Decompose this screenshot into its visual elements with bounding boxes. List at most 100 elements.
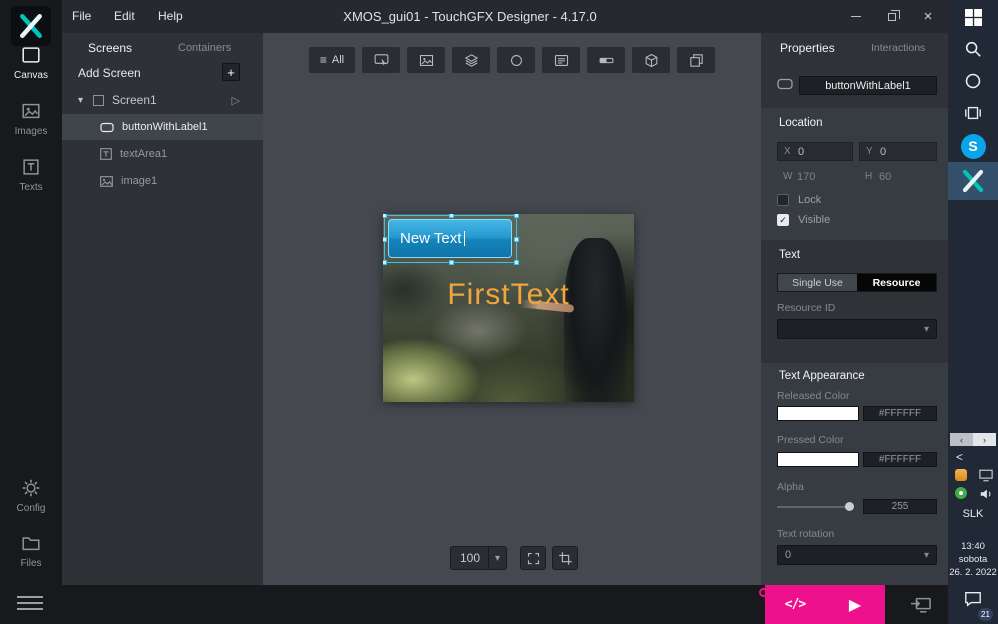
text-rotation-dropdown[interactable]: 0 ▾ <box>777 545 937 565</box>
alpha-value[interactable]: 255 <box>863 499 937 514</box>
crop-button[interactable] <box>552 546 578 570</box>
y-input[interactable]: Y 0 <box>859 142 937 161</box>
close-button[interactable]: × <box>910 0 946 33</box>
alpha-slider-track[interactable] <box>777 506 851 508</box>
minimize-button[interactable] <box>838 0 874 33</box>
filter-shapes-button[interactable] <box>497 47 535 73</box>
generate-code-button[interactable]: </> <box>765 585 825 624</box>
resize-handle-se[interactable] <box>514 260 519 265</box>
run-screen-icon[interactable]: ▷ <box>232 94 240 107</box>
filter-3d-button[interactable] <box>632 47 670 73</box>
location-section: Location X 0 Y 0 W 170 H 60 Lock ✓ Visib… <box>761 108 948 240</box>
filter-textareas-button[interactable] <box>542 47 580 73</box>
resize-handle-ne[interactable] <box>514 214 519 218</box>
single-use-option[interactable]: Single Use <box>778 274 857 291</box>
resource-option[interactable]: Resource <box>857 274 936 291</box>
tree-screen1-row[interactable]: ▾ Screen1 ▷ <box>62 89 263 111</box>
tree-item-image1[interactable]: image1 <box>62 168 263 194</box>
filter-common-button[interactable] <box>362 47 400 73</box>
tab-screens[interactable]: Screens <box>88 41 132 55</box>
resize-handle-nw[interactable] <box>383 214 387 218</box>
menu-file[interactable]: File <box>62 0 101 33</box>
run-on-target-button[interactable] <box>900 585 942 624</box>
filter-containers-button[interactable] <box>452 47 490 73</box>
filter-progress-button[interactable] <box>587 47 625 73</box>
resize-handle-s[interactable] <box>449 260 454 265</box>
resize-handle-n[interactable] <box>449 214 454 218</box>
lock-checkbox[interactable] <box>777 194 789 206</box>
pressed-color-swatch[interactable] <box>777 452 859 467</box>
nav-config-label: Config <box>16 503 46 514</box>
language-indicator[interactable]: SLK <box>948 508 998 520</box>
resize-handle-e[interactable] <box>514 237 519 242</box>
alpha-slider-handle[interactable] <box>845 502 854 511</box>
screen-checkbox[interactable] <box>93 94 104 106</box>
task-view-button[interactable] <box>948 100 998 126</box>
tray-green-status-icon[interactable] <box>954 487 967 499</box>
nav-files[interactable]: Files <box>0 532 62 569</box>
tab-interactions[interactable]: Interactions <box>871 42 925 54</box>
add-screen-button[interactable]: + <box>222 63 240 81</box>
nav-texts[interactable]: Texts <box>0 156 62 193</box>
tray-app-icon[interactable] <box>954 469 967 481</box>
tab-containers[interactable]: Containers <box>178 42 231 54</box>
properties-panel: Properties Interactions buttonWithLabel1… <box>761 33 948 585</box>
tree-item-textarea1[interactable]: textArea1 <box>62 141 263 167</box>
menu-help[interactable]: Help <box>148 0 193 33</box>
taskbar-search-button[interactable] <box>948 36 998 62</box>
image-widget-icon <box>100 175 113 187</box>
textbox-icon <box>553 52 570 69</box>
filter-images-button[interactable] <box>407 47 445 73</box>
widget-filter-toolbar: ≡ All <box>263 47 761 73</box>
menu-edit[interactable]: Edit <box>104 0 145 33</box>
image1-widget[interactable]: FirstText New Text <box>383 214 634 402</box>
nav-config[interactable]: Config <box>0 477 62 514</box>
system-tray <box>948 469 998 501</box>
restore-button[interactable] <box>874 0 910 33</box>
tray-display-icon[interactable] <box>978 469 993 482</box>
visible-label: Visible <box>798 214 831 226</box>
show-hidden-icons-button[interactable]: < <box>956 450 963 464</box>
run-simulator-button[interactable]: ▶ <box>825 585 885 624</box>
visible-checkbox[interactable]: ✓ <box>777 214 789 226</box>
resize-handle-w[interactable] <box>383 237 387 242</box>
action-center-button[interactable]: 21 <box>948 590 998 621</box>
textarea1-widget[interactable]: FirstText <box>383 278 634 312</box>
filter-misc-button[interactable] <box>677 47 715 73</box>
skype-taskbar-button[interactable]: S <box>948 132 998 160</box>
widget-name-input[interactable]: buttonWithLabel1 <box>799 76 937 95</box>
resource-id-dropdown[interactable]: ▾ <box>777 319 937 339</box>
folder-icon <box>0 532 62 554</box>
scroll-left-icon[interactable]: ‹ <box>950 433 973 446</box>
released-color-swatch[interactable] <box>777 406 859 421</box>
touchgfx-taskbar-button[interactable] <box>948 162 998 200</box>
nav-images-label: Images <box>14 126 48 137</box>
nav-images[interactable]: Images <box>0 100 62 137</box>
zoom-dropdown[interactable]: 100 ▾ <box>450 546 507 570</box>
search-icon <box>964 40 982 58</box>
filter-all-button[interactable]: ≡ All <box>309 47 355 73</box>
buttonwithlabel1-widget[interactable]: New Text <box>388 219 512 258</box>
start-button[interactable] <box>948 4 998 30</box>
scroll-right-icon[interactable]: › <box>973 433 996 446</box>
notification-count-badge: 21 <box>978 608 993 621</box>
released-color-hex[interactable]: #FFFFFF <box>863 406 937 421</box>
pressed-color-hex[interactable]: #FFFFFF <box>863 452 937 467</box>
x-label: X <box>784 146 791 157</box>
button-widget-icon <box>777 78 793 90</box>
add-screen-label[interactable]: Add Screen <box>78 66 141 80</box>
canvas-area[interactable]: ≡ All FirstText New Text 100 ▾ <box>263 33 761 585</box>
chevron-down-icon[interactable]: ▾ <box>78 95 91 106</box>
tab-properties[interactable]: Properties <box>780 41 835 55</box>
hamburger-menu-icon[interactable] <box>17 596 43 614</box>
tree-item-buttonwithlabel1[interactable]: buttonWithLabel1 <box>62 114 263 140</box>
taskbar-clock[interactable]: 13:40 sobota 26. 2. 2022 <box>948 540 998 579</box>
button-widget-icon <box>100 122 114 133</box>
x-input[interactable]: X 0 <box>777 142 853 161</box>
cortana-button[interactable] <box>948 68 998 94</box>
texts-icon <box>0 156 62 178</box>
fit-to-screen-button[interactable] <box>520 546 546 570</box>
volume-icon[interactable] <box>979 487 993 501</box>
nav-canvas[interactable]: Canvas <box>0 44 62 81</box>
image-icon <box>418 52 435 69</box>
